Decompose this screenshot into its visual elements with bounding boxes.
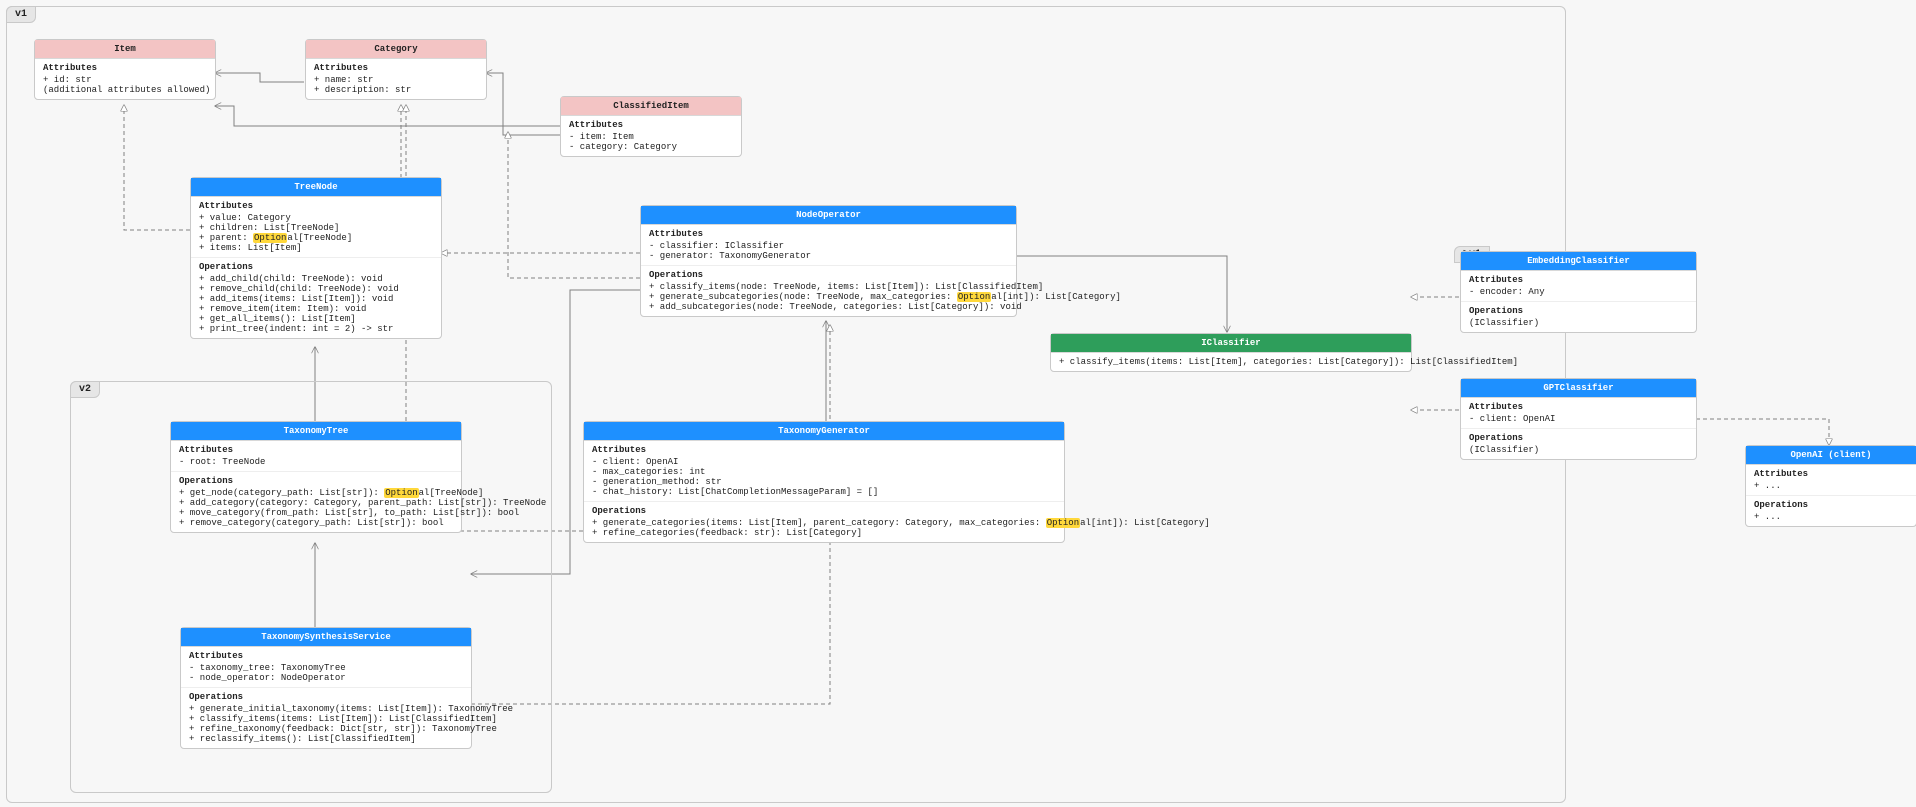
- attributes-section: Attributes+ id: str(additional attribute…: [35, 59, 215, 99]
- class-TaxonomyGenerator[interactable]: TaxonomyGeneratorAttributes- client: Ope…: [583, 421, 1065, 543]
- class-title: NodeOperator: [641, 206, 1016, 225]
- class-NodeOperator[interactable]: NodeOperatorAttributes- classifier: ICla…: [640, 205, 1017, 317]
- frame-tag: v2: [70, 381, 100, 398]
- class-title: TaxonomySynthesisService: [181, 628, 471, 647]
- class-title: Category: [306, 40, 486, 59]
- class-title: TaxonomyTree: [171, 422, 461, 441]
- class-title: ClassifiedItem: [561, 97, 741, 116]
- attributes-section: Attributes+ name: str+ description: str: [306, 59, 486, 99]
- attributes-section: Attributes- root: TreeNode: [171, 441, 461, 472]
- attributes-section: Attributes- taxonomy_tree: TaxonomyTree-…: [181, 647, 471, 688]
- class-Category[interactable]: CategoryAttributes+ name: str+ descripti…: [305, 39, 487, 100]
- connector: [1696, 419, 1829, 445]
- class-ClassifiedItem[interactable]: ClassifiedItemAttributes- item: Item- ca…: [560, 96, 742, 157]
- operations-section: Operations(IClassifier): [1461, 302, 1696, 332]
- operations-section: Operations+ add_child(child: TreeNode): …: [191, 258, 441, 338]
- class-title: EmbeddingClassifier: [1461, 252, 1696, 271]
- operations-section: Operations+ classify_items(node: TreeNod…: [641, 266, 1016, 316]
- diagram-stage: v1v2>v1ItemAttributes+ id: str(additiona…: [0, 0, 1916, 807]
- operations-section: Operations+ generate_categories(items: L…: [584, 502, 1064, 542]
- frame-tag: v1: [6, 6, 36, 23]
- operations-section: Operations+ get_node(category_path: List…: [171, 472, 461, 532]
- class-IClassifier[interactable]: IClassifier+ classify_items(items: List[…: [1050, 333, 1412, 372]
- attributes-section: Attributes- client: OpenAI- max_categori…: [584, 441, 1064, 502]
- attributes-section: Attributes- item: Item- category: Catego…: [561, 116, 741, 156]
- class-TreeNode[interactable]: TreeNodeAttributes+ value: Category+ chi…: [190, 177, 442, 339]
- class-title: OpenAI (client): [1746, 446, 1916, 465]
- class-TaxonomySynthesisService[interactable]: TaxonomySynthesisServiceAttributes- taxo…: [180, 627, 472, 749]
- operations-section: Operations+ generate_initial_taxonomy(it…: [181, 688, 471, 748]
- class-title: TreeNode: [191, 178, 441, 197]
- class-GPTClassifier[interactable]: GPTClassifierAttributes- client: OpenAIO…: [1460, 378, 1697, 460]
- class-TaxonomyTree[interactable]: TaxonomyTreeAttributes- root: TreeNodeOp…: [170, 421, 462, 533]
- class-title: GPTClassifier: [1461, 379, 1696, 398]
- attributes-section: Attributes+ ...: [1746, 465, 1916, 496]
- class-title: IClassifier: [1051, 334, 1411, 353]
- class-title: Item: [35, 40, 215, 59]
- class-EmbeddingClassifier[interactable]: EmbeddingClassifierAttributes- encoder: …: [1460, 251, 1697, 333]
- attributes-section: Attributes- client: OpenAI: [1461, 398, 1696, 429]
- attributes-section: Attributes+ value: Category+ children: L…: [191, 197, 441, 258]
- class-OpenAI[interactable]: OpenAI (client)Attributes+ ...Operations…: [1745, 445, 1916, 527]
- operations-section: Operations+ ...: [1746, 496, 1916, 526]
- class-title: TaxonomyGenerator: [584, 422, 1064, 441]
- class-Item[interactable]: ItemAttributes+ id: str(additional attri…: [34, 39, 216, 100]
- attributes-section: Attributes- classifier: IClassifier- gen…: [641, 225, 1016, 266]
- operations-section: Operations(IClassifier): [1461, 429, 1696, 459]
- attributes-section: Attributes- encoder: Any: [1461, 271, 1696, 302]
- operations-section: + classify_items(items: List[Item], cate…: [1051, 353, 1411, 371]
